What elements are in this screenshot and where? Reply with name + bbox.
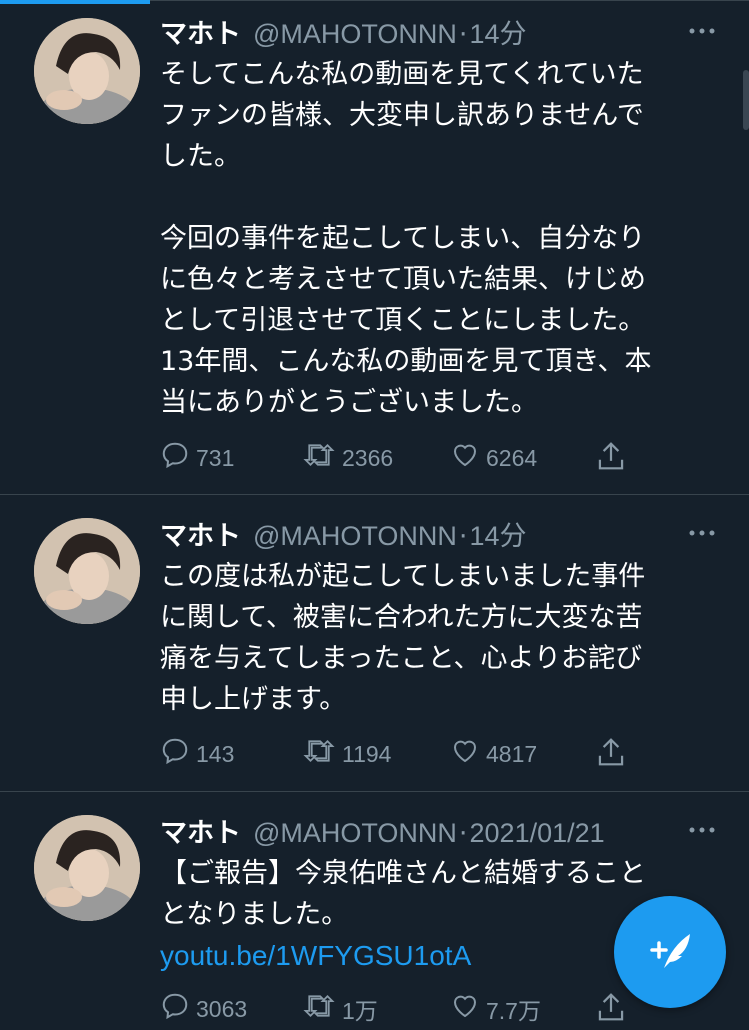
tweet-link[interactable]: youtu.be/1WFYGSU1otA: [160, 940, 471, 971]
share-icon: [596, 736, 632, 774]
separator-dot: ·: [458, 521, 468, 552]
tweet-line: に色々と考えさせて頂いた結果、けじめ: [160, 264, 646, 295]
tweet-line: として引退させて頂くことにしました。: [160, 305, 646, 336]
tweet-text: そしてこんな私の動画を見てくれていた ファンの皆様、大変申し訳ありませんで した…: [160, 54, 710, 423]
tweet[interactable]: マホト @MAHOTONNN·14分 そしてこんな私の動画を見てくれていた ファン…: [0, 0, 749, 494]
timestamp[interactable]: 14分: [470, 19, 527, 49]
display-name[interactable]: マホト: [160, 521, 241, 552]
like-count: 7.7万: [486, 998, 541, 1024]
separator-dot: ·: [458, 818, 468, 849]
tweet-line: この度は私が起こしてしまいました事件: [160, 561, 646, 592]
tweet-header: マホト @MAHOTONNN·14分: [160, 514, 709, 552]
retweet-button[interactable]: 1万: [302, 991, 378, 1027]
username[interactable]: @MAHOTONNN: [253, 818, 457, 848]
like-button[interactable]: 7.7万: [450, 991, 541, 1027]
tweet-header: マホト @MAHOTONNN·14分: [160, 12, 709, 50]
more-icon[interactable]: [689, 815, 715, 840]
share-button[interactable]: [596, 736, 632, 774]
reply-count: 731: [196, 444, 235, 471]
more-icon[interactable]: [689, 16, 715, 41]
tweet-line: ファンの皆様、大変申し訳ありませんで: [160, 100, 644, 131]
share-button[interactable]: [596, 440, 632, 478]
more-icon[interactable]: [689, 518, 715, 543]
separator-dot: ·: [458, 19, 468, 50]
reply-icon: [160, 440, 196, 476]
retweet-icon: [302, 736, 342, 772]
timestamp[interactable]: 14分: [470, 521, 527, 551]
tweet-actions: 731 2366 6264: [160, 440, 650, 476]
retweet-icon: [302, 991, 342, 1027]
tweet[interactable]: マホト @MAHOTONNN·14分 この度は私が起こしてしまいました事件 に関し…: [0, 494, 749, 791]
compose-tweet-icon: [644, 924, 696, 980]
tweet-line: 今回の事件を起こしてしまい、自分なり: [160, 223, 646, 254]
username[interactable]: @MAHOTONNN: [253, 19, 457, 49]
tweet-line: に関して、被害に合われた方に大変な苦: [160, 602, 643, 633]
like-icon: [450, 736, 486, 772]
timestamp[interactable]: 2021/01/21: [470, 818, 605, 848]
retweet-button[interactable]: 2366: [302, 440, 393, 476]
share-icon: [596, 440, 632, 478]
reply-icon: [160, 736, 196, 772]
tweet-line: した。: [160, 141, 241, 172]
tweet-text: この度は私が起こしてしまいました事件 に関して、被害に合われた方に大変な苦 痛を…: [160, 556, 710, 720]
tweet-line-blank: [160, 177, 710, 218]
reply-button[interactable]: 143: [160, 736, 234, 772]
tweet-line: 13年間、こんな私の動画を見て頂き、本: [160, 346, 652, 377]
username[interactable]: @MAHOTONNN: [253, 521, 457, 551]
retweet-count: 2366: [342, 444, 394, 471]
retweet-icon: [302, 440, 342, 476]
tweet-actions: 3063 1万 7.7万: [160, 991, 650, 1027]
tweet-line: 【ご報告】今泉佑唯さんと結婚すること: [160, 858, 646, 889]
tweet-line: 痛を与えてしまったこと、心よりお詫び: [160, 643, 642, 674]
avatar[interactable]: [34, 518, 140, 624]
retweet-count: 1万: [342, 998, 378, 1024]
avatar[interactable]: [34, 18, 140, 124]
reply-button[interactable]: 3063: [160, 991, 247, 1027]
reply-button[interactable]: 731: [160, 440, 234, 476]
tweet-actions: 143 1194 4817: [160, 736, 650, 772]
like-icon: [450, 991, 486, 1027]
tweet-line: そしてこんな私の動画を見てくれていた: [160, 59, 644, 90]
like-button[interactable]: 6264: [450, 440, 537, 476]
compose-tweet-button[interactable]: [614, 896, 726, 1008]
like-count: 4817: [486, 740, 538, 767]
retweet-count: 1194: [342, 740, 392, 767]
display-name[interactable]: マホト: [160, 818, 241, 849]
tweet-line: 当にありがとうございました。: [160, 387, 538, 418]
like-count: 6264: [486, 444, 538, 471]
like-button[interactable]: 4817: [450, 736, 537, 772]
reply-count: 3063: [196, 995, 248, 1022]
like-icon: [450, 440, 486, 476]
reply-icon: [160, 991, 196, 1027]
tweet-line: 申し上げます。: [160, 684, 347, 715]
avatar[interactable]: [34, 815, 140, 921]
share-icon: [596, 991, 632, 1029]
reply-count: 143: [196, 740, 235, 767]
tweet-header: マホト @MAHOTONNN·2021/01/21: [160, 811, 709, 849]
share-button[interactable]: [596, 991, 632, 1029]
retweet-button[interactable]: 1194: [302, 736, 391, 772]
display-name[interactable]: マホト: [160, 19, 241, 50]
